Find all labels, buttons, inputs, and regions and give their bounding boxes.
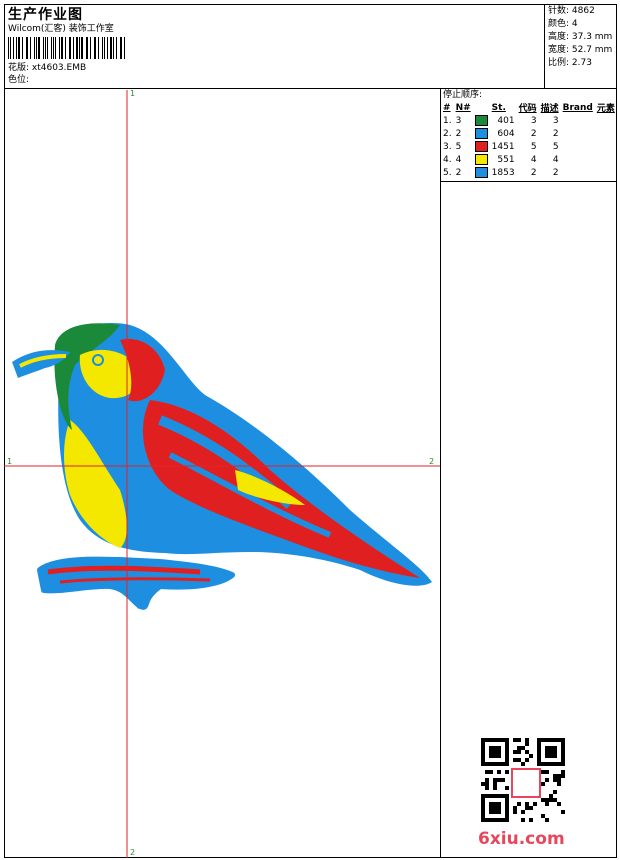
embroidery-preview xyxy=(4,90,440,858)
qr-logo-seal xyxy=(511,768,541,798)
axis-label-top: 1 xyxy=(130,89,136,98)
watermark-logo: 6xiu.com xyxy=(478,829,565,849)
axis-label-bottom: 2 xyxy=(130,848,136,857)
axis-label-left: 1 xyxy=(7,457,13,466)
bird-shape xyxy=(12,323,433,586)
axis-label-right: 2 xyxy=(429,457,435,466)
branch-shape xyxy=(37,556,235,610)
